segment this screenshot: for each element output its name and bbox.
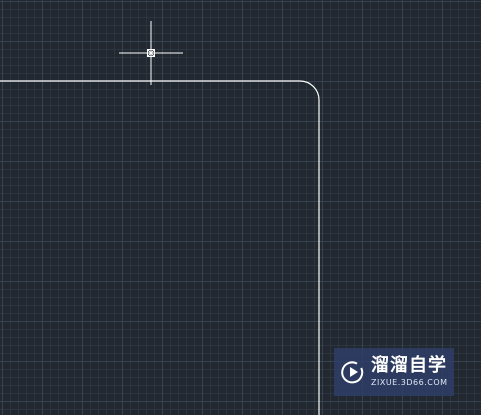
watermark-text: 溜溜自学 ZIXUE.3D66.COM [371,357,448,387]
watermark-subtitle: ZIXUE.3D66.COM [371,378,448,387]
watermark-title: 溜溜自学 [371,355,447,376]
play-logo-icon [341,361,364,384]
drawing-canvas[interactable]: 溜溜自学 ZIXUE.3D66.COM [0,0,481,415]
watermark-badge: 溜溜自学 ZIXUE.3D66.COM [334,348,454,396]
